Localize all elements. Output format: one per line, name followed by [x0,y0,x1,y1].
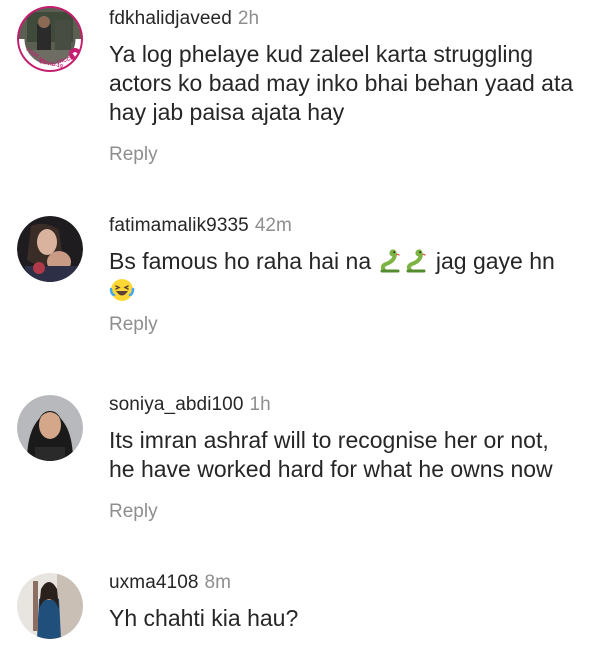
avatar[interactable] [17,395,83,461]
comment-text-line: he have worked hard for what he owns now [109,456,553,482]
comment-body: soniya_abdi100 1h Its imran ashraf will t… [109,392,600,524]
comment-body: uxma4108 8m Yh chahti kia hau? [109,570,600,633]
reply-button[interactable]: Reply [109,143,158,167]
comment-meta: uxma4108 8m [109,570,600,596]
comment-item: uxma4108 8m Yh chahti kia hau? [0,570,608,646]
comment-text: Bs famous ho raha hai na jag gaye hn [109,247,600,305]
reply-button[interactable]: Reply [109,313,158,337]
comment-text-line: Ya log phelaye kud zaleel karta struggli… [109,41,534,67]
username[interactable]: soniya_abdi100 [109,394,244,415]
comment-text: Yh chahti kia hau? [109,604,600,633]
timestamp: 2h [237,8,260,29]
avatar-image [17,216,83,282]
avatar[interactable] [17,573,83,639]
reply-button[interactable]: Reply [109,500,158,524]
comment-text-line: Its imran ashraf will to recognise her o… [109,427,549,453]
comment-text-line: actors ko baad may inko bhai behan yaad … [109,70,574,96]
avatar-image [17,395,83,461]
comment-item: soniya_abdi100 1h Its imran ashraf will t… [0,392,608,532]
username[interactable]: uxma4108 [109,572,199,593]
avatar[interactable] [17,216,83,282]
comment-text-line: Yh chahti kia hau? [109,605,299,631]
timestamp: 8m [204,572,231,593]
avatar-image: I GOT MY COVID-19 VACCINE [17,6,83,72]
comment-text-segment: jag gaye hn [435,248,555,274]
comment-body: fatimamalik9335 42m Bs famous ho raha hai… [109,213,600,337]
comment-text-segment: Bs famous ho raha hai na [109,248,372,274]
laughing-emoji [109,277,135,303]
avatar-image [17,573,83,639]
comment-text-line: hay jab paisa ajata hay [109,99,345,125]
snake-emoji [378,248,404,274]
comment-item: fatimamalik9335 42m Bs famous ho raha hai… [0,213,608,353]
timestamp: 1h [249,394,271,415]
comment-text-line [109,276,600,305]
comment-meta: soniya_abdi100 1h [109,392,600,418]
comment-text: Its imran ashraf will to recognise her o… [109,426,600,484]
comment-text-line: Bs famous ho raha hai na jag gaye hn [109,247,600,276]
comment-item: I GOT MY COVID-19 VACCINE fdkhalidjaveed… [0,6,608,176]
username[interactable]: fdkhalidjaveed [109,8,232,29]
snake-emoji [404,248,430,274]
comment-text: Ya log phelaye kud zaleel karta struggli… [109,40,600,127]
avatar[interactable]: I GOT MY COVID-19 VACCINE [17,6,83,72]
comment-meta: fatimamalik9335 42m [109,213,600,239]
comment-meta: fdkhalidjaveed 2h [109,6,600,32]
comment-body: fdkhalidjaveed 2h Ya log phelaye kud zale… [109,6,600,167]
username[interactable]: fatimamalik9335 [109,215,249,236]
comment-list: I GOT MY COVID-19 VACCINE fdkhalidjaveed… [0,0,608,646]
timestamp: 42m [254,215,292,236]
